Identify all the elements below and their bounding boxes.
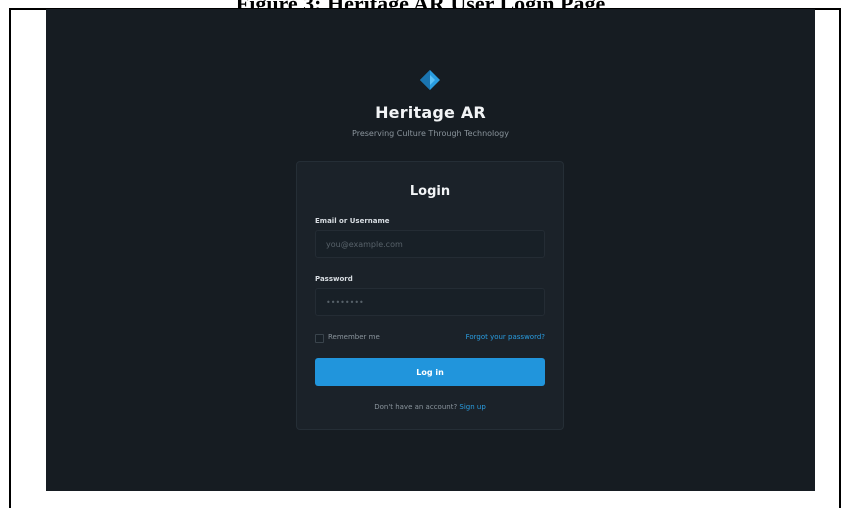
app-tagline: Preserving Culture Through Technology xyxy=(352,129,509,138)
login-title: Login xyxy=(409,184,451,199)
remember-me-checkbox[interactable] xyxy=(315,334,324,343)
password-label: Password xyxy=(315,275,353,283)
login-button[interactable]: Log in xyxy=(315,358,545,386)
signup-link[interactable]: Sign up xyxy=(459,403,485,411)
password-input[interactable] xyxy=(315,288,545,316)
email-label: Email or Username xyxy=(315,217,390,225)
remember-me-label[interactable]: Remember me xyxy=(328,333,380,341)
forgot-password-link[interactable]: Forgot your password? xyxy=(466,333,545,341)
email-input[interactable] xyxy=(315,230,545,258)
login-screen: Heritage AR Preserving Culture Through T… xyxy=(46,9,815,491)
signup-prompt: Don't have an account? xyxy=(374,403,458,411)
diamond-logo-icon xyxy=(420,70,440,90)
login-card: Login Email or Username Password Remembe… xyxy=(296,161,564,430)
signup-prompt-line: Don't have an account? Sign up xyxy=(297,403,563,411)
app-title: Heritage AR xyxy=(375,103,486,122)
